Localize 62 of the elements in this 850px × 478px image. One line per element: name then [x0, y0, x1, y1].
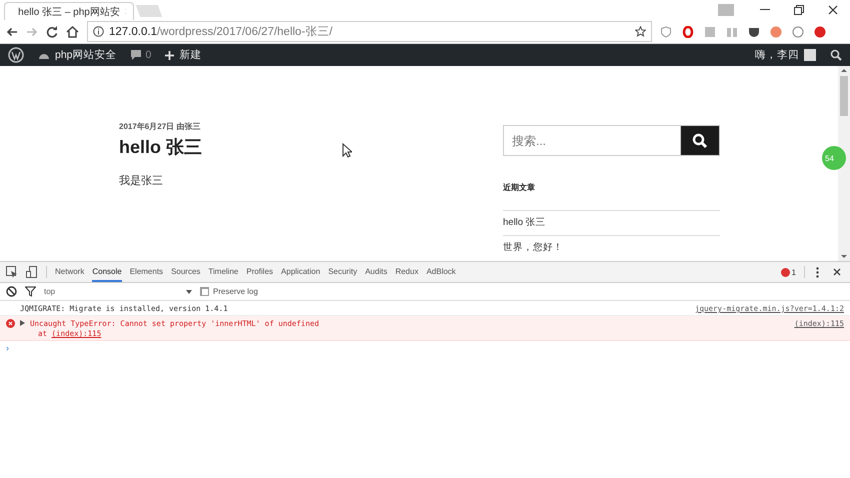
home-icon[interactable] — [66, 26, 79, 38]
pocket-icon[interactable] — [748, 26, 760, 38]
search-field[interactable]: 搜索... — [503, 125, 680, 156]
post-title: hello 张三 — [119, 136, 202, 159]
devtools-tab[interactable]: Sources — [171, 262, 200, 282]
clear-console-icon[interactable] — [6, 286, 17, 297]
reload-icon[interactable] — [46, 26, 58, 38]
dropdown-caret-icon — [186, 290, 192, 294]
scrollbar-thumb[interactable] — [840, 76, 848, 116]
extension-icon[interactable] — [814, 26, 826, 38]
post-meta: 2017年6月27日 由张三 — [119, 121, 202, 132]
recent-post-link[interactable]: hello 张三 — [503, 210, 720, 235]
close-icon[interactable] — [828, 5, 838, 15]
account-link[interactable]: 嗨，李四 — [755, 48, 816, 62]
address-bar[interactable]: 127.0.0.1/wordpress/2017/06/27/hello-张三/ — [87, 21, 652, 42]
devtools-tab[interactable]: Elements — [130, 262, 164, 282]
preserve-log-checkbox[interactable] — [200, 287, 209, 296]
bookmark-star-icon[interactable] — [635, 26, 646, 37]
info-icon — [93, 26, 104, 37]
plus-icon — [165, 50, 174, 60]
devtools-tab[interactable]: Security — [328, 262, 358, 282]
wordpress-logo-icon[interactable] — [8, 47, 24, 63]
error-icon — [780, 268, 790, 276]
error-icon — [6, 319, 15, 328]
minimize-icon[interactable] — [760, 9, 770, 11]
expand-triangle-icon[interactable] — [20, 320, 25, 326]
scroll-up-arrow-icon[interactable] — [841, 68, 847, 72]
scroll-down-arrow-icon[interactable] — [841, 255, 847, 259]
mouse-cursor-icon — [342, 143, 352, 158]
speech-bubble-icon — [130, 50, 141, 60]
devtools-tab[interactable]: Audits — [365, 262, 388, 282]
scrollbar[interactable] — [838, 66, 850, 261]
new-link[interactable]: 新建 — [165, 48, 202, 62]
search-button[interactable] — [680, 125, 720, 156]
search-icon[interactable] — [830, 49, 842, 61]
recent-post-link[interactable]: 世界，您好！ — [503, 235, 720, 260]
close-icon[interactable] — [833, 268, 841, 276]
console-prompt[interactable]: › — [0, 341, 850, 355]
devtools-tab[interactable]: Network — [55, 262, 84, 282]
shield-icon[interactable] — [660, 26, 672, 38]
checkbox-label[interactable]: Preserve log — [213, 287, 258, 296]
devtools-tab[interactable]: Redux — [395, 262, 418, 282]
avatar-icon — [804, 49, 816, 61]
device-icon[interactable] — [26, 266, 38, 278]
devtools-tab[interactable]: Application — [281, 262, 320, 282]
devtools-tab[interactable]: Console — [92, 262, 122, 282]
inspect-icon[interactable] — [6, 266, 18, 278]
devtools-tab[interactable]: Profiles — [246, 262, 274, 282]
post-content: 我是张三 — [119, 174, 164, 188]
site-name-link[interactable]: php网站安全 — [38, 48, 117, 62]
devtools-tab[interactable]: Timeline — [208, 262, 238, 282]
more-options-icon[interactable] — [816, 266, 819, 278]
context-selector[interactable]: top — [44, 287, 192, 296]
comments-link[interactable]: 0 — [130, 49, 152, 61]
browser-tab[interactable]: hello 张三 – php网站安 — [4, 2, 134, 20]
widget-heading: 近期文章 — [503, 182, 536, 193]
search-icon — [692, 132, 708, 148]
error-count[interactable]: 1 — [780, 268, 796, 276]
devtools-tab[interactable]: AdBlock — [426, 262, 456, 282]
back-icon[interactable] — [6, 26, 18, 36]
restore-icon[interactable] — [794, 5, 804, 15]
filter-icon[interactable] — [25, 286, 36, 297]
